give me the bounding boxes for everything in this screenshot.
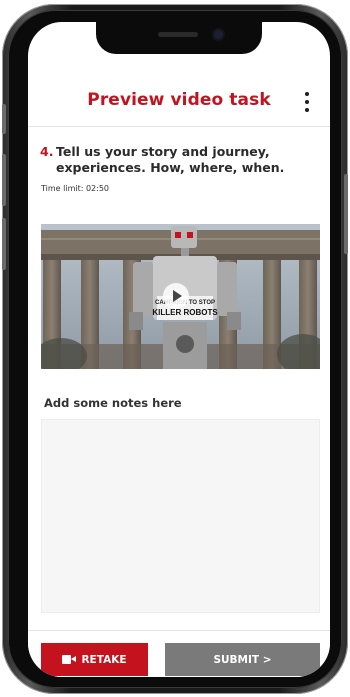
retake-label: RETAKE bbox=[81, 653, 127, 666]
camera-lens bbox=[71, 656, 77, 662]
phone-notch bbox=[96, 22, 262, 54]
footer-bar: RETAKE SUBMIT > bbox=[28, 630, 330, 677]
question-number: 4. bbox=[40, 144, 54, 159]
camera-body bbox=[62, 655, 72, 664]
volume-up-button bbox=[2, 154, 6, 206]
menu-dot bbox=[305, 100, 309, 104]
notes-label: Add some notes here bbox=[44, 396, 182, 410]
menu-dot bbox=[305, 108, 309, 112]
front-camera-icon bbox=[214, 30, 223, 39]
phone-screen: Preview video task 4. Tell us your story… bbox=[28, 22, 330, 677]
retake-button[interactable]: RETAKE bbox=[41, 643, 148, 676]
menu-dot bbox=[305, 92, 309, 96]
question-text: Tell us your story and journey, experien… bbox=[56, 144, 285, 175]
speaker-grille bbox=[158, 32, 198, 37]
play-icon[interactable] bbox=[163, 283, 189, 309]
video-thumbnail[interactable]: CAMPAIGN TO STOP KILLER ROBOTS bbox=[41, 224, 320, 369]
power-button bbox=[344, 174, 348, 254]
time-limit: Time limit: 02:50 bbox=[41, 184, 110, 193]
volume-down-button bbox=[2, 218, 6, 270]
more-vertical-icon[interactable] bbox=[302, 92, 312, 112]
play-triangle bbox=[173, 290, 182, 302]
page-title: Preview video task bbox=[87, 90, 271, 110]
video-camera-icon bbox=[62, 655, 77, 664]
notes-textarea[interactable] bbox=[41, 419, 320, 613]
silent-switch bbox=[2, 104, 6, 134]
sign-line-2: KILLER ROBOTS bbox=[152, 308, 218, 317]
submit-button[interactable]: SUBMIT > bbox=[165, 643, 320, 676]
app-header: Preview video task bbox=[28, 80, 330, 127]
submit-label: SUBMIT > bbox=[213, 653, 272, 666]
question: 4. Tell us your story and journey, exper… bbox=[40, 144, 320, 176]
